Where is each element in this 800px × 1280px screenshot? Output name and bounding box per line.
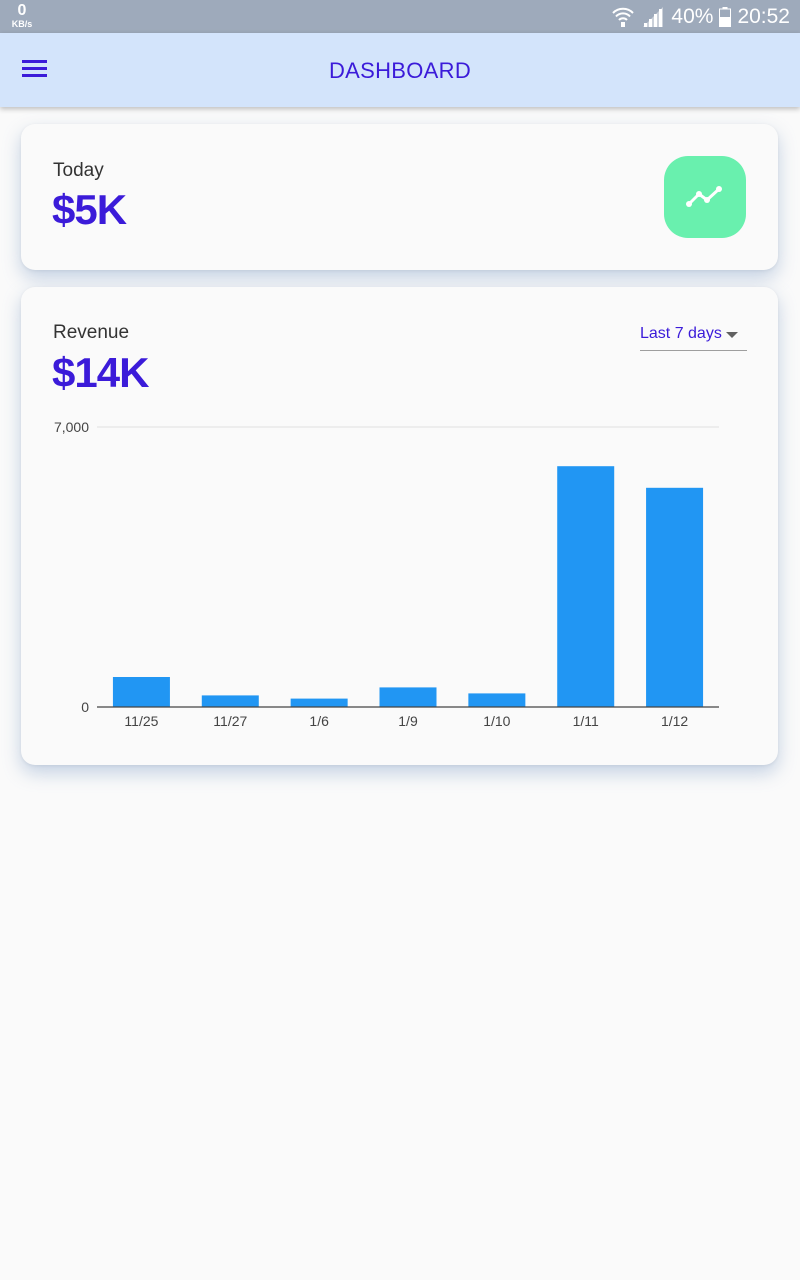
chart-bar xyxy=(379,687,437,707)
today-card: Today $5K xyxy=(21,124,778,270)
status-icons: 40% 20:52 xyxy=(611,0,790,33)
page-title: DASHBOARD xyxy=(328,58,472,83)
chart-bar xyxy=(201,695,259,707)
status-bar: 0 KB/s 40% 20:52 xyxy=(0,0,800,33)
x-tick-label: 11/25 xyxy=(124,713,158,729)
network-speed: 0 KB/s xyxy=(9,3,35,29)
today-value: $5K xyxy=(52,186,127,233)
battery-icon xyxy=(719,6,732,27)
revenue-card: Revenue $14K Last 7 days 0 7,000 11/25 11/2… xyxy=(21,287,778,765)
x-tick-label: 1/9 xyxy=(398,713,418,729)
chart-bar xyxy=(557,466,615,707)
x-tick-label: 1/6 xyxy=(309,713,329,729)
x-tick-label: 1/10 xyxy=(483,713,510,729)
trending-line-icon xyxy=(686,186,722,207)
trending-button[interactable] xyxy=(664,156,746,238)
signal-icon xyxy=(641,6,665,28)
x-tick-label: 1/12 xyxy=(661,713,688,729)
chart-bar xyxy=(112,677,170,707)
clock: 20:52 xyxy=(737,4,790,28)
revenue-bar-chart: 0 7,000 11/25 11/27 1/6 1/9 1/10 1/11 1/12 xyxy=(54,419,719,729)
network-speed-value: 0 xyxy=(17,2,27,19)
today-label: Today xyxy=(53,160,104,181)
network-speed-unit: KB/s xyxy=(11,19,33,29)
x-tick-label: 1/11 xyxy=(573,713,599,729)
y-tick-label: 0 xyxy=(81,699,89,715)
wifi-icon xyxy=(611,6,635,28)
chart-bar xyxy=(468,693,526,707)
x-tick-label: 11/27 xyxy=(213,713,247,729)
app-bar: DASHBOARD xyxy=(0,33,800,107)
y-tick-label: 7,000 xyxy=(54,419,89,435)
battery-percent: 40% xyxy=(671,4,714,28)
chart-bar xyxy=(290,698,348,707)
chart-bar xyxy=(646,487,704,707)
